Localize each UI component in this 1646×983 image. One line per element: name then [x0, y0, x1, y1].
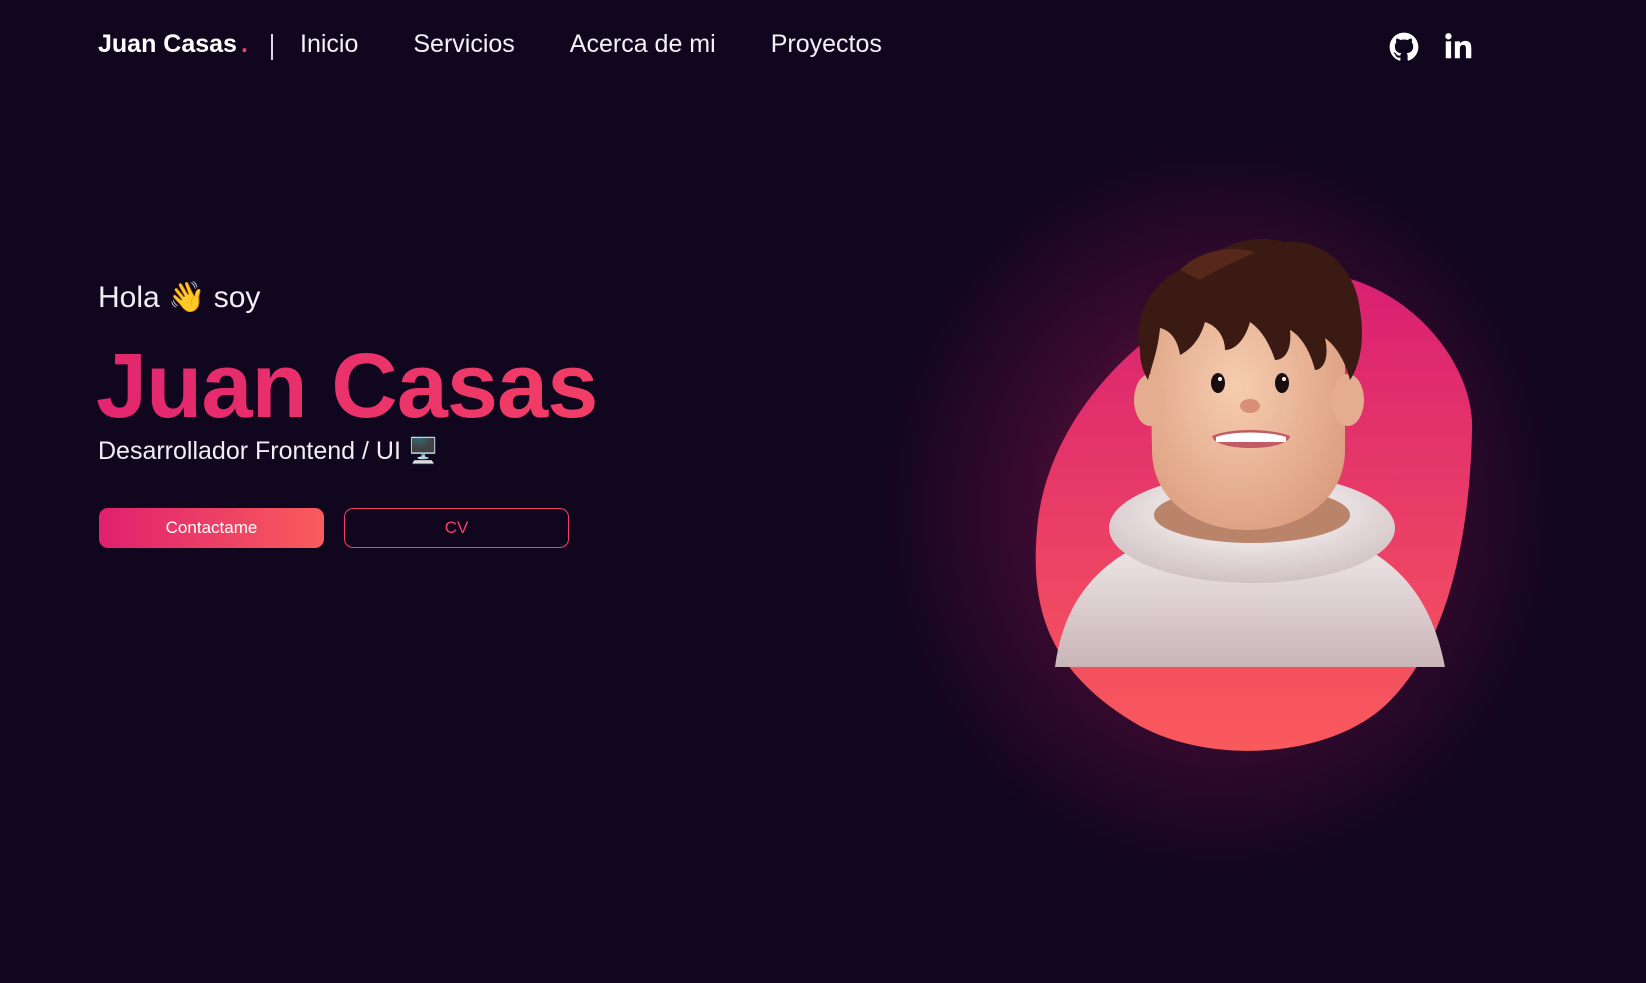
navbar: Juan Casas. Inicio Servicios Acerca de m…: [0, 0, 1646, 95]
hero-greeting: Hola 👋 soy: [98, 281, 261, 314]
avatar-image: [1035, 239, 1473, 751]
github-icon: [1389, 32, 1419, 61]
contact-button[interactable]: Contactame: [99, 508, 324, 548]
brand-logo[interactable]: Juan Casas.: [98, 30, 248, 59]
nav-divider: [271, 34, 273, 60]
nav-link-proyectos[interactable]: Proyectos: [771, 30, 882, 59]
nav-links: Inicio Servicios Acerca de mi Proyectos: [300, 30, 882, 59]
hero-role: Desarrollador Frontend / UI 🖥️: [98, 437, 439, 465]
brand-name: Juan Casas: [98, 30, 237, 58]
avatar-illustration: [1000, 230, 1500, 770]
github-link[interactable]: [1389, 32, 1419, 62]
hero-name: Juan Casas: [96, 335, 598, 437]
nav-link-acerca[interactable]: Acerca de mi: [570, 30, 716, 59]
nav-link-servicios[interactable]: Servicios: [413, 30, 514, 59]
cv-button[interactable]: CV: [344, 508, 569, 548]
brand-dot: .: [240, 30, 248, 58]
linkedin-link[interactable]: [1444, 32, 1472, 60]
linkedin-icon: [1445, 33, 1472, 59]
nav-link-inicio[interactable]: Inicio: [300, 30, 358, 59]
